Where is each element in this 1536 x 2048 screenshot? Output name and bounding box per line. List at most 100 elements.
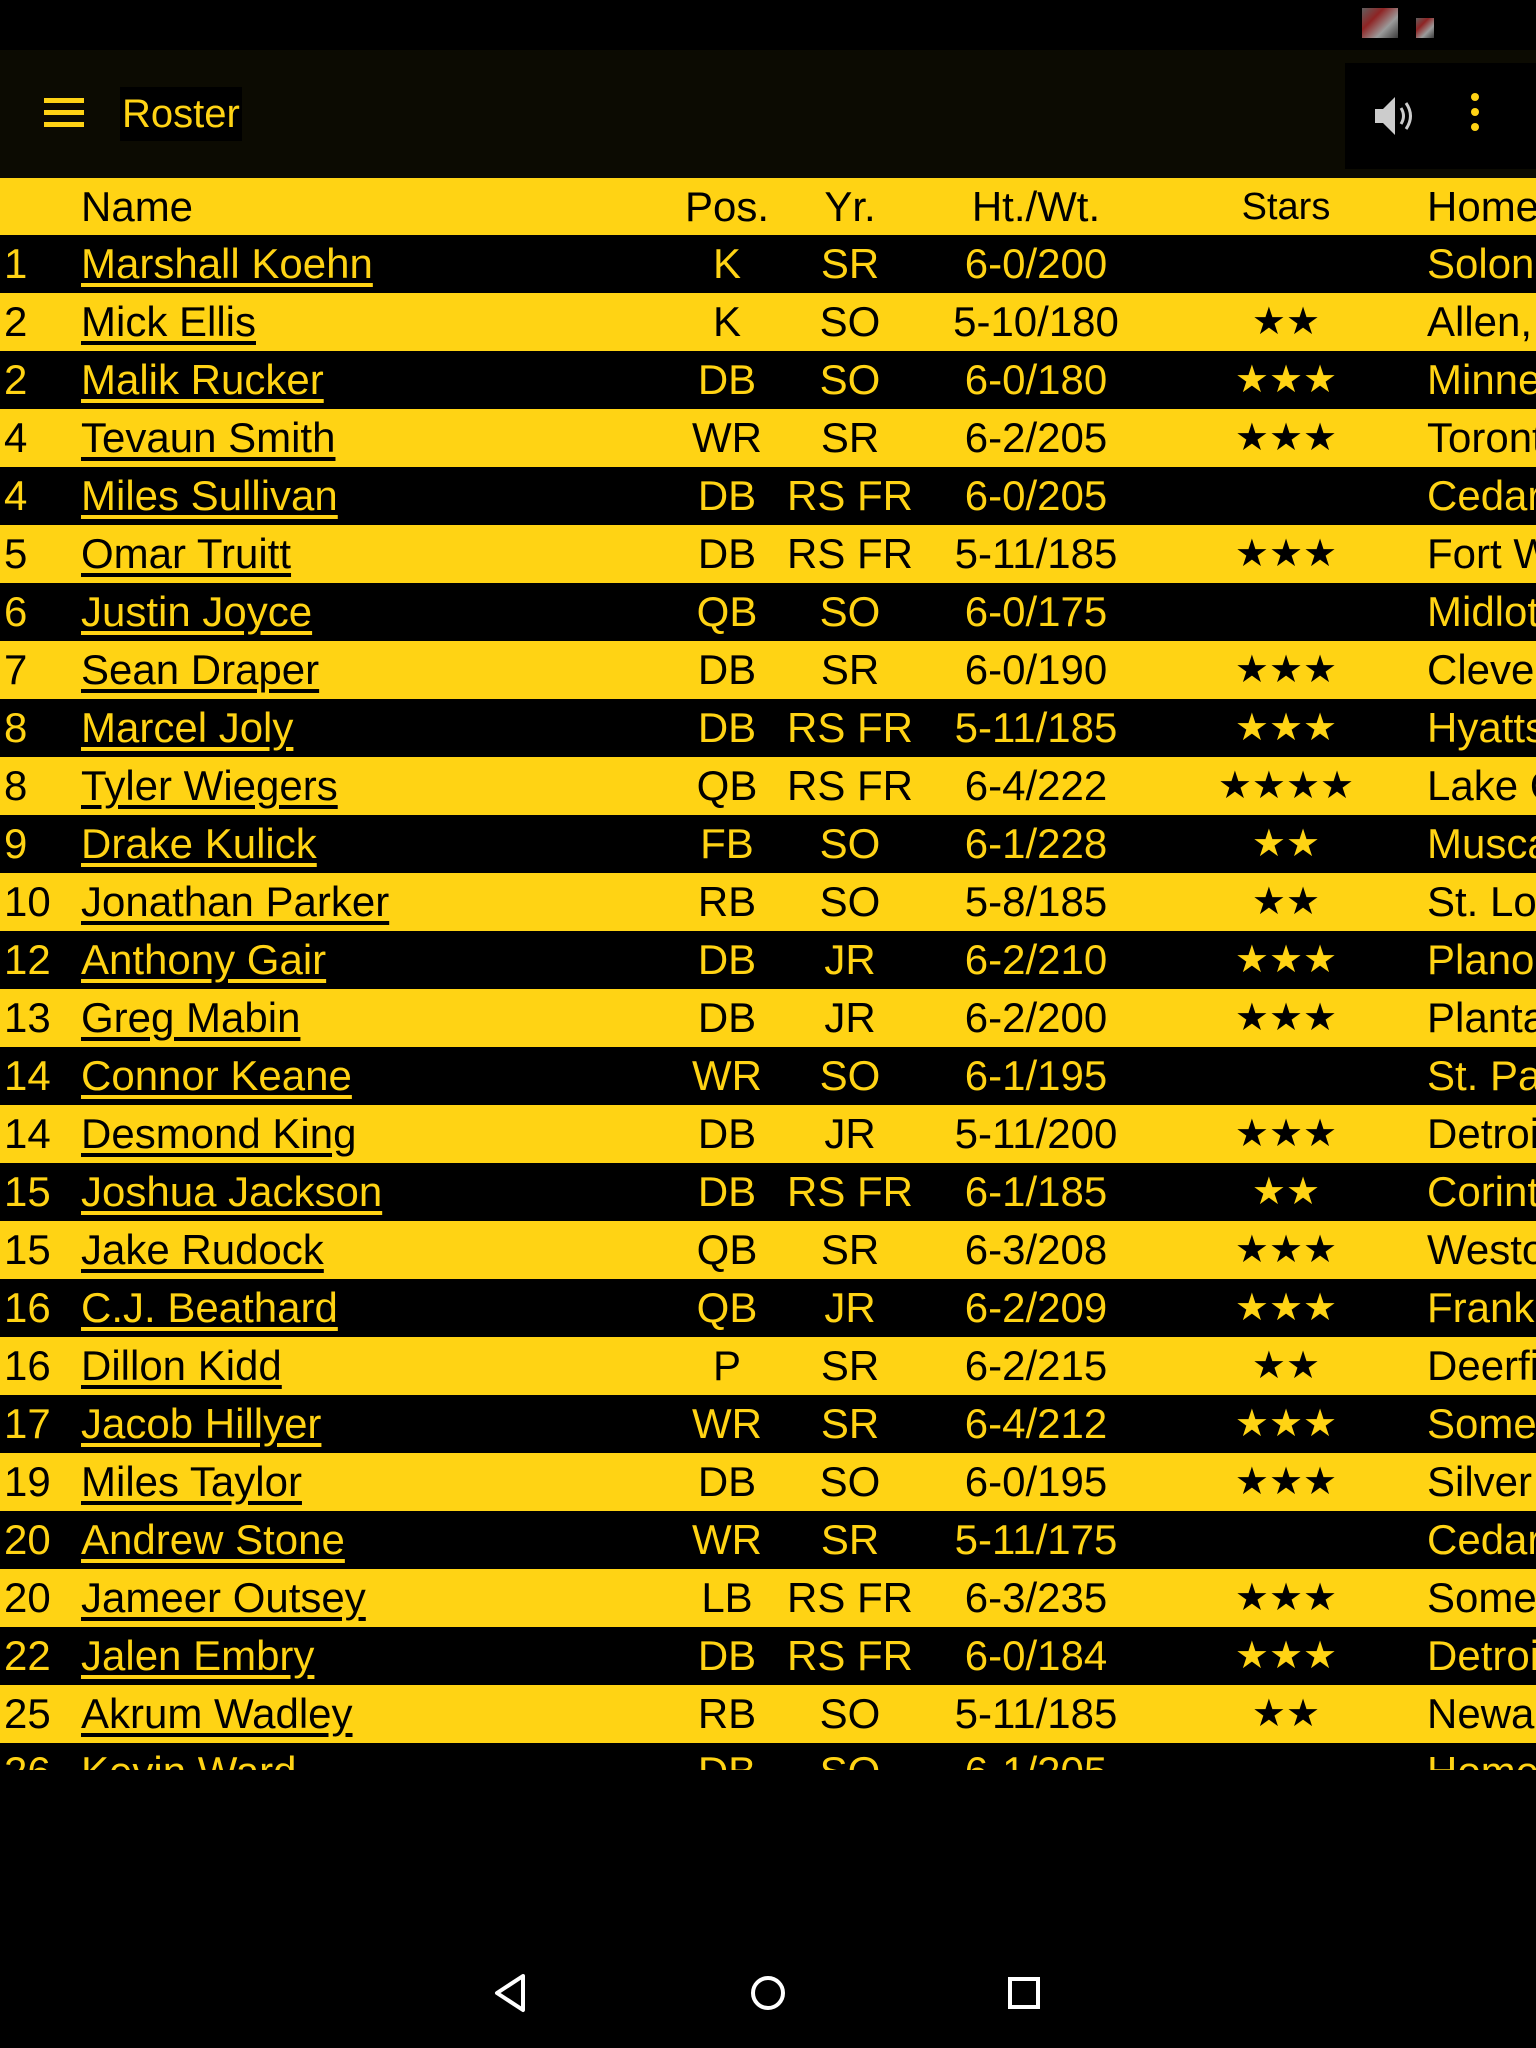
cell-num: 8 — [4, 762, 28, 809]
table-row[interactable]: 20 Andrew Stone WR SR 5-11/175 Cedar — [0, 1511, 1536, 1569]
roster-table: Name Pos. Yr. Ht./Wt. Stars Home 1 Marshall Koe… — [0, 178, 1536, 1770]
table-row[interactable]: 16 C.J. Beathard QB JR 6-2/209 ★★★ Frankl — [0, 1279, 1536, 1337]
cell-yr: RS FR — [787, 1632, 913, 1679]
cell-num: 22 — [4, 1632, 51, 1679]
cell-home: Corint — [1427, 1168, 1536, 1215]
cell-name-link[interactable]: Marcel Joly — [81, 699, 293, 757]
header-home: Home — [1427, 183, 1536, 230]
cell-yr: SR — [820, 1342, 880, 1389]
table-row[interactable]: 15 Jake Rudock QB SR 6-3/208 ★★★ Westo — [0, 1221, 1536, 1279]
cell-pos: DB — [697, 646, 757, 693]
table-row[interactable]: 2 Malik Rucker DB SO 6-0/180 ★★★ Minne — [0, 351, 1536, 409]
more-vert-icon[interactable] — [1465, 93, 1485, 139]
table-row[interactable]: 25 Akrum Wadley RB SO 5-11/185 ★★ Newa — [0, 1685, 1536, 1743]
cell-stars: ★★ — [1251, 1345, 1321, 1387]
cell-name-link[interactable]: Akrum Wadley — [81, 1685, 353, 1743]
cell-pos: LB — [701, 1574, 753, 1621]
cell-home: Planta — [1427, 994, 1536, 1041]
cell-name-link[interactable]: Omar Truitt — [81, 525, 291, 583]
cell-name-link[interactable]: Malik Rucker — [81, 351, 324, 409]
table-row[interactable]: 22 Jalen Embry DB RS FR 6-0/184 ★★★ Detroi — [0, 1627, 1536, 1685]
table-row[interactable]: 1 Marshall Koehn K SR 6-0/200 Solon, — [0, 235, 1536, 293]
table-row[interactable]: 12 Anthony Gair DB JR 6-2/210 ★★★ Plano, — [0, 931, 1536, 989]
cell-num: 17 — [4, 1400, 51, 1447]
cell-name-link[interactable]: Tyler Wiegers — [81, 757, 338, 815]
cell-num: 20 — [4, 1574, 51, 1621]
cell-stars: ★★★ — [1234, 939, 1338, 981]
table-row[interactable]: 8 Tyler Wiegers QB RS FR 6-4/222 ★★★★ Lake C — [0, 757, 1536, 815]
cell-name-link[interactable]: C.J. Beathard — [81, 1279, 338, 1337]
cell-name-link[interactable]: Jalen Embry — [81, 1627, 314, 1685]
recents-square-icon[interactable] — [999, 1968, 1049, 2018]
notification-icon — [1362, 8, 1398, 38]
cell-ht: 6-0/190 — [964, 646, 1108, 693]
cell-yr: JR — [824, 1284, 876, 1331]
cell-ht: 5-11/200 — [954, 1110, 1118, 1157]
cell-name-link[interactable]: Tevaun Smith — [81, 409, 335, 467]
header-ht: Ht./Wt. — [971, 183, 1101, 230]
hamburger-menu-icon[interactable] — [44, 98, 84, 128]
table-row[interactable]: 15 Joshua Jackson DB RS FR 6-1/185 ★★ Corint — [0, 1163, 1536, 1221]
speaker-icon[interactable] — [1371, 93, 1421, 139]
cell-name-link[interactable]: Miles Taylor — [81, 1453, 302, 1511]
table-row[interactable]: 16 Dillon Kidd P SR 6-2/215 ★★ Deerfi — [0, 1337, 1536, 1395]
cell-pos: DB — [697, 1168, 757, 1215]
cell-pos: DB — [697, 994, 757, 1041]
cell-name-link[interactable]: Dillon Kidd — [81, 1337, 282, 1395]
cell-yr: RS FR — [787, 762, 913, 809]
cell-name-link[interactable]: Sean Draper — [81, 641, 319, 699]
cell-name-link[interactable]: Kevin Ward — [81, 1743, 297, 1770]
cell-name-link[interactable]: Greg Mabin — [81, 989, 300, 1047]
cell-name-link[interactable]: Drake Kulick — [81, 815, 317, 873]
cell-home: Detroi — [1427, 1110, 1536, 1157]
cell-stars: ★★ — [1251, 823, 1321, 865]
cell-ht: 6-1/228 — [964, 820, 1108, 867]
cell-pos: K — [712, 298, 741, 345]
cell-name-link[interactable]: Joshua Jackson — [81, 1163, 382, 1221]
cell-name-link[interactable]: Anthony Gair — [81, 931, 326, 989]
cell-ht: 5-11/185 — [954, 530, 1118, 577]
cell-name-link[interactable]: Miles Sullivan — [81, 467, 338, 525]
cell-pos: DB — [697, 936, 757, 983]
cell-num: 8 — [4, 704, 28, 751]
table-row[interactable]: 5 Omar Truitt DB RS FR 5-11/185 ★★★ Fort W — [0, 525, 1536, 583]
table-row[interactable]: 26 Kevin Ward DBSO6-1/205 Home — [0, 1743, 1536, 1770]
cell-name-link[interactable]: Jameer Outsey — [81, 1569, 366, 1627]
cell-yr: SO — [819, 878, 881, 925]
table-row[interactable]: 14 Connor Keane WR SO 6-1/195 St. Pa — [0, 1047, 1536, 1105]
cell-name-link[interactable]: Desmond King — [81, 1105, 356, 1163]
table-row[interactable]: 13 Greg Mabin DB JR 6-2/200 ★★★ Planta — [0, 989, 1536, 1047]
table-row[interactable]: 9 Drake Kulick FB SO 6-1/228 ★★ Musca — [0, 815, 1536, 873]
cell-name-link[interactable]: Justin Joyce — [81, 583, 312, 641]
table-row[interactable]: 4 Tevaun Smith WR SR 6-2/205 ★★★ Toront — [0, 409, 1536, 467]
table-row[interactable]: 19 Miles Taylor DB SO 6-0/195 ★★★ Silver — [0, 1453, 1536, 1511]
cell-name-link[interactable]: Marshall Koehn — [81, 235, 373, 293]
cell-pos: P — [712, 1342, 741, 1389]
cell-num: 9 — [4, 820, 28, 867]
table-row[interactable]: 14 Desmond King DB JR 5-11/200 ★★★ Detroi — [0, 1105, 1536, 1163]
table-row[interactable]: 20 Jameer Outsey LB RS FR 6-3/235 ★★★ Some — [0, 1569, 1536, 1627]
table-row[interactable]: 10 Jonathan Parker RB SO 5-8/185 ★★ St. Lo — [0, 873, 1536, 931]
notification-icon — [1416, 18, 1434, 38]
cell-name-link[interactable]: Andrew Stone — [81, 1511, 345, 1569]
home-circle-icon[interactable] — [743, 1968, 793, 2018]
table-row[interactable]: 4 Miles Sullivan DB RS FR 6-0/205 Cedar — [0, 467, 1536, 525]
cell-name-link[interactable]: Jonathan Parker — [81, 873, 389, 931]
cell-name-link[interactable]: Mick Ellis — [81, 293, 256, 351]
back-triangle-icon[interactable] — [487, 1968, 537, 2018]
cell-name-link[interactable]: Connor Keane — [81, 1047, 352, 1105]
cell-num: 26 — [4, 1743, 51, 1770]
cell-name-link[interactable]: Jake Rudock — [81, 1221, 324, 1279]
table-row[interactable]: 7 Sean Draper DB SR 6-0/190 ★★★ Clevel — [0, 641, 1536, 699]
cell-num: 2 — [4, 298, 28, 345]
cell-stars: ★★ — [1251, 1171, 1321, 1213]
cell-yr: SR — [820, 1226, 880, 1273]
table-row[interactable]: 17 Jacob Hillyer WR SR 6-4/212 ★★★ Some — [0, 1395, 1536, 1453]
table-row[interactable]: 8 Marcel Joly DB RS FR 5-11/185 ★★★ Hyatts — [0, 699, 1536, 757]
cell-ht: 6-1/185 — [964, 1168, 1108, 1215]
table-row[interactable]: 6 Justin Joyce QB SO 6-0/175 Midlot — [0, 583, 1536, 641]
cell-pos: DB — [697, 1458, 757, 1505]
cell-name-link[interactable]: Jacob Hillyer — [81, 1395, 321, 1453]
cell-yr: SO — [819, 588, 881, 635]
table-row[interactable]: 2 Mick Ellis K SO 5-10/180 ★★ Allen, — [0, 293, 1536, 351]
